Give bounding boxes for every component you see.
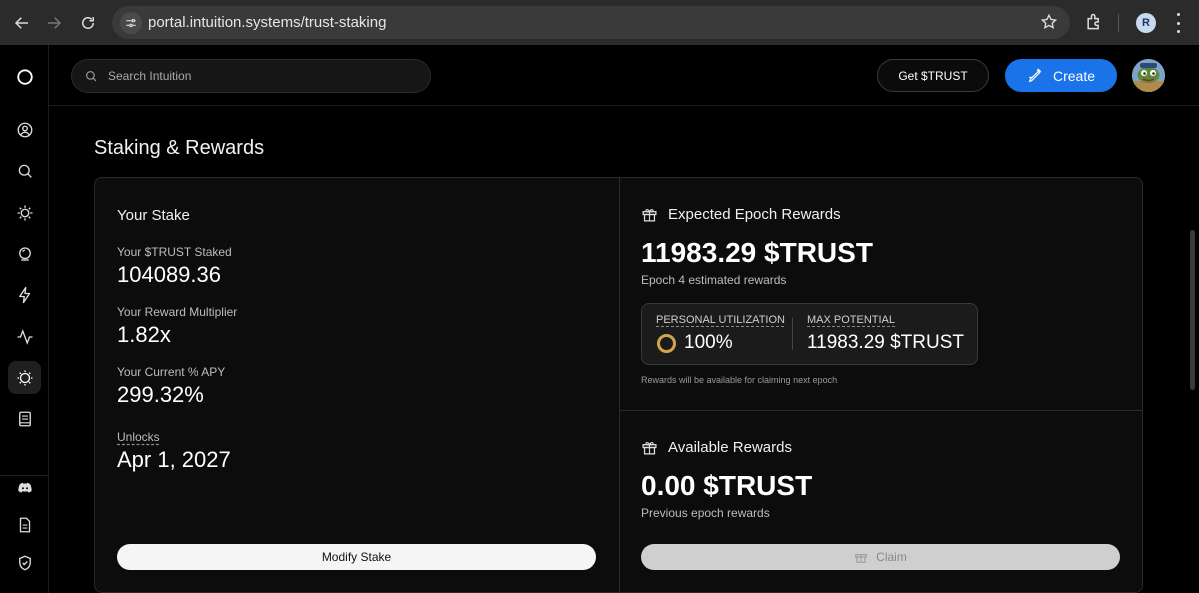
epoch-rewards-subtitle: Epoch 4 estimated rewards — [641, 273, 787, 287]
claim-label: Claim — [876, 550, 907, 564]
available-rewards-subtitle: Previous epoch rewards — [641, 506, 770, 520]
multiplier-value: 1.82x — [117, 322, 171, 347]
utilization-value: 100% — [684, 332, 733, 353]
unlocks-value: Apr 1, 2027 — [117, 447, 231, 472]
discord-icon[interactable] — [8, 471, 41, 504]
available-rewards-heading: Available Rewards — [641, 439, 792, 456]
browser-chrome: portal.intuition.systems/trust-staking R — [0, 0, 1199, 45]
user-avatar[interactable] — [1132, 59, 1165, 92]
document-icon[interactable] — [8, 508, 41, 541]
url-text: portal.intuition.systems/trust-staking — [148, 14, 387, 31]
gift-icon — [642, 442, 657, 455]
create-label: Create — [1052, 67, 1096, 84]
epoch-rewards-amount: 11983.29 $TRUST — [641, 237, 873, 268]
arrow-right-icon — [48, 17, 62, 29]
page-scrollbar[interactable] — [1190, 230, 1195, 390]
crystal-ball-icon[interactable] — [8, 237, 41, 270]
your-stake-heading: Your Stake — [117, 207, 190, 224]
search-box[interactable] — [71, 59, 431, 93]
lightning-icon[interactable] — [8, 278, 41, 311]
sun-icon[interactable] — [8, 196, 41, 229]
page-title: Staking & Rewards — [94, 137, 265, 159]
shield-icon[interactable] — [8, 546, 41, 579]
extensions-icon[interactable] — [1084, 12, 1104, 37]
available-rewards-amount: 0.00 $TRUST — [641, 470, 813, 501]
card-divider-horizontal — [620, 410, 1142, 411]
search-input[interactable] — [108, 66, 408, 86]
multiplier-label: Your Reward Multiplier — [117, 305, 238, 319]
utilization-ring-icon — [657, 334, 676, 353]
epoch-rewards-title: Expected Epoch Rewards — [668, 206, 841, 223]
max-potential-value: 11983.29 $TRUST — [807, 332, 965, 353]
staked-value: 104089.36 — [117, 262, 221, 287]
logo-icon[interactable] — [8, 60, 41, 93]
back-button[interactable] — [10, 11, 34, 35]
arrow-left-icon — [14, 17, 28, 29]
card-divider-vertical — [619, 178, 620, 592]
rewards-note: Rewards will be available for claiming n… — [641, 375, 838, 385]
browser-profile-avatar[interactable]: R — [1136, 13, 1156, 33]
available-rewards-title: Available Rewards — [668, 439, 792, 456]
epoch-rewards-heading: Expected Epoch Rewards — [641, 206, 841, 223]
get-trust-button[interactable]: Get $TRUST — [877, 59, 989, 92]
address-bar[interactable]: portal.intuition.systems/trust-staking — [112, 6, 1070, 39]
activity-icon[interactable] — [8, 320, 41, 353]
apy-value: 299.32% — [117, 382, 204, 407]
staked-label: Your $TRUST Staked — [117, 245, 232, 259]
utilization-separator — [792, 318, 793, 350]
create-button[interactable]: Create — [1005, 59, 1117, 92]
topbar: Get $TRUST Create — [49, 45, 1199, 106]
pen-icon — [1028, 67, 1042, 82]
book-icon[interactable] — [8, 402, 41, 435]
bookmark-star-icon[interactable] — [1040, 13, 1058, 36]
forward-button[interactable] — [42, 11, 66, 35]
utilization-panel: PERSONAL UTILIZATION 100% MAX POTENTIAL … — [641, 303, 978, 365]
max-potential-label: MAX POTENTIAL — [807, 314, 896, 326]
reload-icon — [82, 17, 94, 29]
reload-button[interactable] — [76, 11, 100, 35]
profile-icon[interactable] — [8, 113, 41, 146]
claim-button[interactable]: Claim — [641, 544, 1120, 570]
apy-label: Your Current % APY — [117, 365, 226, 379]
gift-icon — [642, 209, 657, 222]
search-icon — [86, 71, 97, 82]
modify-stake-button[interactable]: Modify Stake — [117, 544, 596, 570]
search-icon[interactable] — [8, 154, 41, 187]
gift-icon — [855, 554, 867, 563]
utilization-label: PERSONAL UTILIZATION — [656, 314, 785, 326]
staking-icon[interactable] — [8, 361, 41, 394]
browser-menu-icon[interactable] — [1175, 13, 1181, 33]
unlocks-label: Unlocks — [117, 430, 160, 444]
staking-card: Your Stake Your $TRUST Staked 104089.36 … — [94, 177, 1143, 593]
sidebar — [0, 45, 49, 593]
site-settings-icon[interactable] — [120, 12, 142, 34]
toolbar-divider — [1118, 14, 1119, 32]
